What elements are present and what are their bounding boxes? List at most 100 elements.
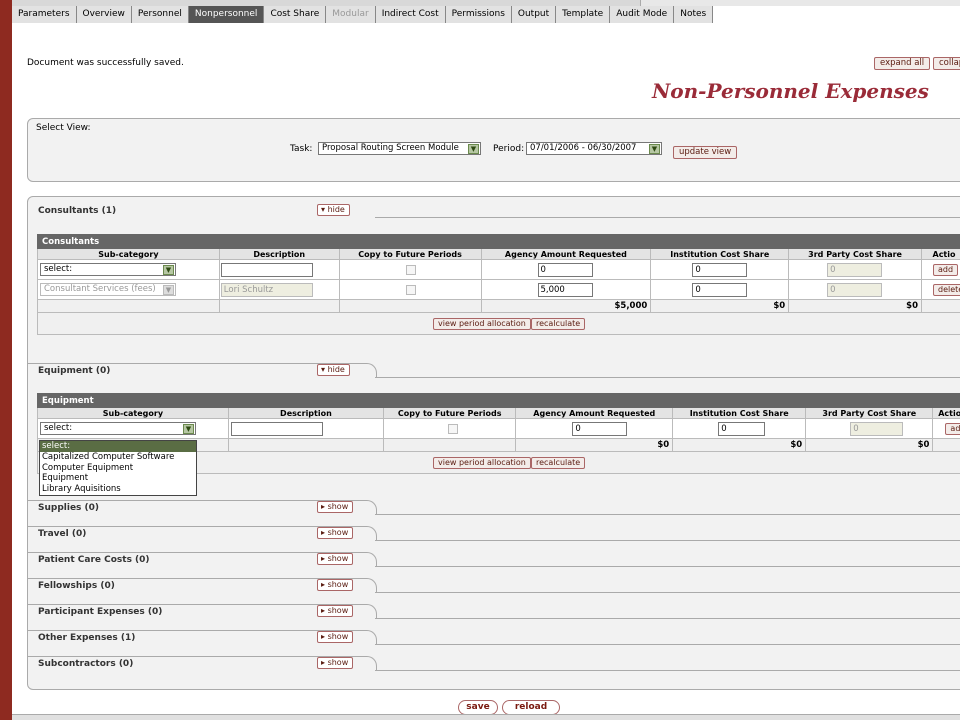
institution-total: $0 xyxy=(672,438,807,452)
other-expenses-section-header: Other Expenses (1) ▸ show xyxy=(27,630,960,646)
task-select[interactable]: Proposal Routing Screen Module ▼ xyxy=(318,142,481,155)
bottom-bar xyxy=(12,714,960,720)
tab-indirect-cost[interactable]: Indirect Cost xyxy=(375,6,446,23)
description-input[interactable] xyxy=(230,422,323,436)
chevron-down-icon: ▼ xyxy=(163,265,174,275)
col-institution: Institution Cost Share xyxy=(650,248,790,260)
divider xyxy=(357,630,377,645)
tab-parameters[interactable]: Parameters xyxy=(12,6,77,23)
section-title: Supplies (0) xyxy=(38,503,100,513)
institution-share-input[interactable]: 0 xyxy=(692,283,748,297)
participant-expenses-section-header: Participant Expenses (0) ▸ show xyxy=(27,604,960,620)
travel-toggle-button[interactable]: ▸ show xyxy=(317,527,354,539)
other-expenses-toggle-button[interactable]: ▸ show xyxy=(317,631,354,643)
subcategory-select[interactable]: select: ▼ xyxy=(40,422,196,435)
recalculate-button[interactable]: recalculate xyxy=(531,457,586,469)
chevron-down-icon: ▼ xyxy=(468,144,479,154)
section-title: Patient Care Costs (0) xyxy=(38,555,150,565)
col-agency: Agency Amount Requested xyxy=(480,248,652,260)
dropdown-option[interactable]: Equipment xyxy=(40,473,196,484)
patient-care-section-header: Patient Care Costs (0) ▸ show xyxy=(27,552,960,568)
supplies-toggle-button[interactable]: ▸ show xyxy=(317,501,354,513)
divider xyxy=(375,377,960,378)
page-title: Non-Personnel Expenses xyxy=(652,79,929,103)
copy-checkbox[interactable] xyxy=(405,285,416,295)
tab-permissions[interactable]: Permissions xyxy=(445,6,512,23)
fellowships-toggle-button[interactable]: ▸ show xyxy=(317,579,354,591)
tab-audit-mode[interactable]: Audit Mode xyxy=(610,6,675,23)
divider xyxy=(357,656,377,671)
task-label: Task: xyxy=(290,144,313,154)
subcategory-dropdown-list: select: Capitalized Computer Software Co… xyxy=(39,440,197,496)
col-third-party: 3rd Party Cost Share xyxy=(788,248,922,260)
participant-expenses-toggle-button[interactable]: ▸ show xyxy=(317,605,354,617)
period-select-value: 07/01/2006 - 06/30/2007 xyxy=(530,143,637,153)
divider xyxy=(375,670,960,671)
table-title: Equipment xyxy=(37,393,960,408)
tab-notes[interactable]: Notes xyxy=(674,6,714,23)
divider xyxy=(27,578,359,579)
tab-cost-share[interactable]: Cost Share xyxy=(264,6,327,23)
section-title: Fellowships (0) xyxy=(38,581,115,591)
description-input[interactable] xyxy=(220,263,313,277)
equipment-toggle-button[interactable]: ▾ hide xyxy=(317,364,350,376)
tab-template[interactable]: Template xyxy=(556,6,611,23)
tab-overview[interactable]: Overview xyxy=(76,6,132,23)
col-subcategory: Sub-category xyxy=(37,407,229,419)
section-title: Participant Expenses (0) xyxy=(38,607,163,617)
recalculate-button[interactable]: recalculate xyxy=(531,318,586,330)
col-agency: Agency Amount Requested xyxy=(515,407,674,419)
update-view-button[interactable]: update view xyxy=(673,146,738,159)
dropdown-option[interactable]: Library Aquisitions xyxy=(40,484,196,495)
reload-button[interactable]: reload xyxy=(502,700,560,715)
supplies-section-header: Supplies (0) ▸ show xyxy=(27,500,960,516)
view-period-allocation-button[interactable]: view period allocation xyxy=(433,318,531,330)
tab-output[interactable]: Output xyxy=(511,6,557,23)
col-subcategory: Sub-category xyxy=(37,248,220,260)
third-party-total: $0 xyxy=(788,299,922,313)
institution-share-input[interactable]: 0 xyxy=(718,422,766,436)
agency-amount-input[interactable]: 0 xyxy=(572,422,628,436)
dropdown-option[interactable]: select: xyxy=(40,441,196,452)
copy-checkbox[interactable] xyxy=(405,265,416,275)
expand-all-button[interactable]: expand all xyxy=(874,57,931,70)
description-input: Lori Schultz xyxy=(220,283,313,297)
section-title: Travel (0) xyxy=(38,529,87,539)
table-row: select:▼ 0 0 0 add xyxy=(37,259,960,280)
institution-share-input[interactable]: 0 xyxy=(692,263,748,277)
agency-amount-input[interactable]: 0 xyxy=(537,263,593,277)
consultants-toggle-button[interactable]: ▾ hide xyxy=(317,204,350,216)
subcontractors-toggle-button[interactable]: ▸ show xyxy=(317,657,354,669)
dropdown-option[interactable]: Capitalized Computer Software xyxy=(40,452,196,463)
period-select[interactable]: 07/01/2006 - 06/30/2007 ▼ xyxy=(526,142,662,155)
dropdown-option[interactable]: Computer Equipment xyxy=(40,463,196,474)
add-button[interactable]: add xyxy=(933,264,959,276)
divider xyxy=(375,566,960,567)
table-row: select:▼ 0 0 0 add xyxy=(37,418,960,439)
add-button[interactable]: add xyxy=(945,423,960,435)
agency-total: $0 xyxy=(515,438,674,452)
delete-button[interactable]: delete xyxy=(933,284,960,296)
divider xyxy=(357,552,377,567)
col-third-party: 3rd Party Cost Share xyxy=(805,407,934,419)
copy-checkbox[interactable] xyxy=(447,424,458,434)
period-label: Period: xyxy=(493,144,525,154)
agency-amount-input[interactable]: 5,000 xyxy=(537,283,593,297)
patient-care-toggle-button[interactable]: ▸ show xyxy=(317,553,354,565)
section-title: Subcontractors (0) xyxy=(38,659,134,669)
view-period-allocation-button[interactable]: view period allocation xyxy=(433,457,531,469)
tab-personnel[interactable]: Personnel xyxy=(131,6,189,23)
save-button[interactable]: save xyxy=(458,700,498,715)
institution-total: $0 xyxy=(650,299,790,313)
third-party-share-input: 0 xyxy=(827,263,883,277)
subcategory-select[interactable]: select: ▼ xyxy=(40,263,176,276)
tab-nonpersonnel[interactable]: Nonpersonnel xyxy=(188,6,265,23)
select-view-panel: Select View: Task: Proposal Routing Scre… xyxy=(27,118,960,182)
consultants-section-header: Consultants (1) ▾ hide xyxy=(27,203,960,219)
agency-total: $5,000 xyxy=(480,299,652,313)
collapse-all-button[interactable]: collap xyxy=(933,57,960,70)
section-title: Equipment (0) xyxy=(38,366,111,376)
task-select-value: Proposal Routing Screen Module xyxy=(322,143,459,153)
col-description: Description xyxy=(218,248,340,260)
divider xyxy=(27,500,359,501)
